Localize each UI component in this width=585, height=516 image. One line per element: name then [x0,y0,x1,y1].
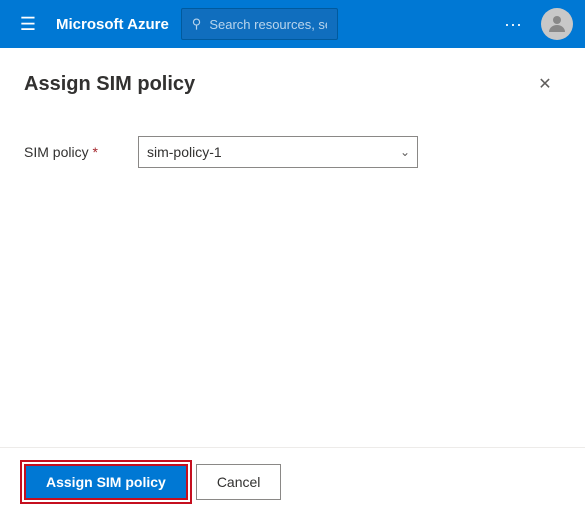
hamburger-menu-icon[interactable]: ☰ [12,8,44,40]
sim-policy-select[interactable]: sim-policy-1 sim-policy-2 sim-policy-3 [138,136,418,168]
brand-logo: Microsoft Azure [56,16,169,33]
close-button[interactable]: ✕ [529,68,561,100]
panel-body: SIM policy * sim-policy-1 sim-policy-2 s… [0,116,585,447]
cancel-button[interactable]: Cancel [196,464,282,500]
panel-title: Assign SIM policy [24,73,195,96]
top-navigation: ☰ Microsoft Azure ⚲ ··· [0,0,585,48]
required-indicator: * [92,144,97,160]
search-icon: ⚲ [192,16,202,32]
sim-policy-field: SIM policy * sim-policy-1 sim-policy-2 s… [24,136,561,168]
sim-policy-label: SIM policy * [24,144,114,160]
avatar[interactable] [541,8,573,40]
search-bar[interactable]: ⚲ [181,8,338,40]
main-content: Assign SIM policy ✕ SIM policy * sim-pol… [0,48,585,516]
sim-policy-select-wrapper: sim-policy-1 sim-policy-2 sim-policy-3 ⌄ [138,136,418,168]
more-options-icon[interactable]: ··· [497,8,529,40]
assign-sim-policy-panel: Assign SIM policy ✕ SIM policy * sim-pol… [0,48,585,516]
panel-header: Assign SIM policy ✕ [0,48,585,116]
assign-sim-policy-button[interactable]: Assign SIM policy [24,464,188,500]
search-input[interactable] [209,17,327,32]
panel-footer: Assign SIM policy Cancel [0,447,585,516]
